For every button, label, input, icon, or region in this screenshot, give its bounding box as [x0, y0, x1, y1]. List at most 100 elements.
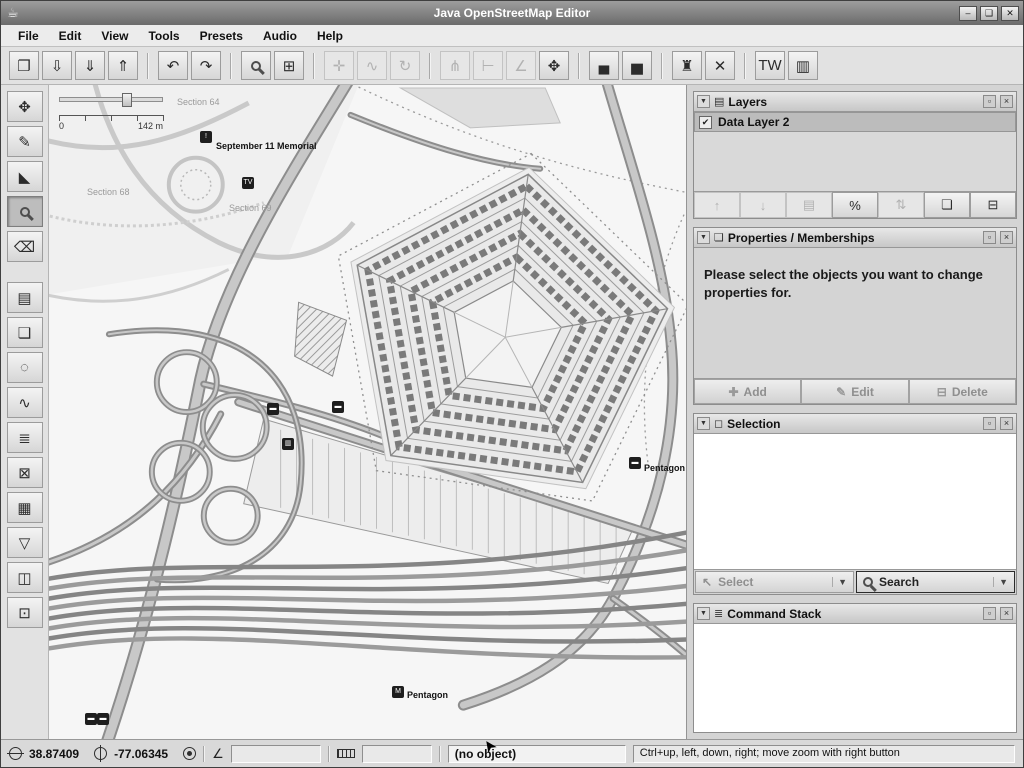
close-icon[interactable]: ×	[1000, 417, 1013, 430]
validator-toggle[interactable]: ▦	[7, 492, 43, 523]
menu-help[interactable]: Help	[308, 27, 352, 45]
menu-audio[interactable]: Audio	[254, 27, 306, 45]
layer-up-button[interactable]: ↑	[694, 192, 740, 218]
refresh-button[interactable]: ↻	[390, 51, 420, 80]
close-tool-button[interactable]: ✕	[705, 51, 735, 80]
zoom-to-selection-button[interactable]	[241, 51, 271, 80]
structures-button[interactable]: ♜	[672, 51, 702, 80]
edit-button-label: Edit	[851, 385, 874, 399]
layer-delete-button[interactable]: ⊟	[970, 192, 1016, 218]
close-icon[interactable]: ×	[1000, 607, 1013, 620]
pin-icon[interactable]: ▫	[983, 607, 996, 620]
latitude-icon	[9, 747, 22, 760]
changeset-toggle[interactable]: ◫	[7, 562, 43, 593]
preferences-button[interactable]: ⊞	[274, 51, 304, 80]
command-stack-icon: ≣	[714, 607, 723, 620]
add-button-label: Add	[744, 385, 767, 399]
selection-toggle[interactable]: ◌	[7, 352, 43, 383]
titlebar[interactable]: ☕ Java OpenStreetMap Editor – ❑ ✕	[1, 1, 1023, 25]
zoom-tool[interactable]	[7, 196, 43, 227]
selection-list[interactable]	[694, 434, 1016, 570]
select-button[interactable]: ↖ Select ▼	[695, 571, 854, 593]
move-node-tool-button[interactable]: ✛	[324, 51, 354, 80]
pin-icon[interactable]: ▫	[983, 95, 996, 108]
layers-list[interactable]: ✔ Data Layer 2	[694, 112, 1016, 192]
layer-merge-button[interactable]: ▤	[786, 192, 832, 218]
selection-icon: ◻	[714, 417, 723, 430]
zoom-slider-handle[interactable]	[122, 93, 132, 107]
filter-toggle[interactable]: ▽	[7, 527, 43, 558]
close-button[interactable]: ✕	[1001, 6, 1019, 21]
collapse-icon[interactable]: ▼	[697, 231, 710, 244]
wiki-button[interactable]: TW	[755, 51, 785, 80]
properties-toggle[interactable]: ❏	[7, 317, 43, 348]
angle-measure-tool[interactable]: ◣	[7, 161, 43, 192]
zoom-slider-track[interactable]	[59, 97, 163, 102]
unglue-button[interactable]: ⊢	[473, 51, 503, 80]
plus-icon: ✚	[728, 385, 738, 399]
collapse-icon[interactable]: ▼	[697, 95, 710, 108]
collapse-icon[interactable]: ▼	[697, 417, 710, 430]
car-routes-button[interactable]: ▄	[589, 51, 619, 80]
close-icon[interactable]: ×	[1000, 95, 1013, 108]
layer-activate-button[interactable]: ⇅	[878, 192, 924, 218]
layer-visibility-icon[interactable]: ✔	[699, 116, 712, 129]
layers-panel-title: Layers	[728, 95, 767, 109]
orthogonalize-button[interactable]: ∠	[506, 51, 536, 80]
map-canvas[interactable]: Section 64September 11 MemorialSection 6…	[49, 85, 686, 739]
notes-toggle[interactable]: ⊡	[7, 597, 43, 628]
layers-toggle[interactable]: ▤	[7, 282, 43, 313]
layer-row[interactable]: ✔ Data Layer 2	[694, 112, 1016, 132]
open-button[interactable]: ❐	[9, 51, 39, 80]
selection-buttons: ↖ Select ▼ Search ▼	[694, 570, 1016, 594]
select-move-tool[interactable]: ✥	[7, 91, 43, 122]
pin-icon[interactable]: ▫	[983, 417, 996, 430]
connect-way-tool-button[interactable]: ∿	[357, 51, 387, 80]
save-button[interactable]: ⇩	[42, 51, 72, 80]
download-button[interactable]: ⇓	[75, 51, 105, 80]
conflicts-toggle[interactable]: ⊠	[7, 457, 43, 488]
menu-tools[interactable]: Tools	[139, 27, 188, 45]
distance-field	[362, 745, 432, 763]
collapse-icon[interactable]: ▼	[697, 607, 710, 620]
delete-button-label: Delete	[952, 385, 988, 399]
menu-view[interactable]: View	[92, 27, 137, 45]
commands-toggle[interactable]: ≣	[7, 422, 43, 453]
redo-button[interactable]: ↷	[191, 51, 221, 80]
close-icon[interactable]: ×	[1000, 231, 1013, 244]
selection-panel: ▼ ◻ Selection ▫ × ↖ Select ▼	[693, 413, 1017, 595]
relations-toggle[interactable]: ∿	[7, 387, 43, 418]
search-button-label: Search	[879, 575, 919, 589]
properties-panel: ▼ ❏ Properties / Memberships ▫ × Please …	[693, 227, 1017, 405]
pan-tool-button[interactable]: ✥	[539, 51, 569, 80]
command-stack-list[interactable]	[694, 624, 1016, 732]
stats-button[interactable]: ▥	[788, 51, 818, 80]
right-panel: ▼ ▤ Layers ▫ × ✔ Data Layer 2 ↑↓▤%⇅❏⊟	[686, 85, 1023, 739]
draw-node-tool[interactable]: ✎	[7, 126, 43, 157]
edit-button[interactable]: ✎ Edit	[801, 379, 908, 404]
minimize-button[interactable]: –	[959, 6, 977, 21]
layer-opacity-button[interactable]: %	[832, 192, 878, 218]
menu-presets[interactable]: Presets	[191, 27, 252, 45]
map-svg	[49, 85, 686, 739]
split-way-button[interactable]: ⋔	[440, 51, 470, 80]
properties-panel-header: ▼ ❏ Properties / Memberships ▫ ×	[694, 228, 1016, 248]
ruler-icon	[337, 749, 355, 758]
menu-file[interactable]: File	[9, 27, 48, 45]
delete-button[interactable]: ⊟ Delete	[909, 379, 1016, 404]
bus-routes-button[interactable]: ▅	[622, 51, 652, 80]
add-button[interactable]: ✚ Add	[694, 379, 801, 404]
upload-button[interactable]: ⇑	[108, 51, 138, 80]
latitude-value: 38.87409	[29, 747, 79, 761]
layer-duplicate-button[interactable]: ❏	[924, 192, 970, 218]
delete-tool[interactable]: ⌫	[7, 231, 43, 262]
command-stack-panel: ▼ ≣ Command Stack ▫ ×	[693, 603, 1017, 733]
menu-edit[interactable]: Edit	[50, 27, 91, 45]
pencil-icon: ✎	[836, 385, 846, 399]
zoom-slider[interactable]	[59, 97, 163, 102]
maximize-button[interactable]: ❑	[980, 6, 998, 21]
undo-button[interactable]: ↶	[158, 51, 188, 80]
layer-down-button[interactable]: ↓	[740, 192, 786, 218]
pin-icon[interactable]: ▫	[983, 231, 996, 244]
search-button[interactable]: Search ▼	[856, 571, 1015, 593]
